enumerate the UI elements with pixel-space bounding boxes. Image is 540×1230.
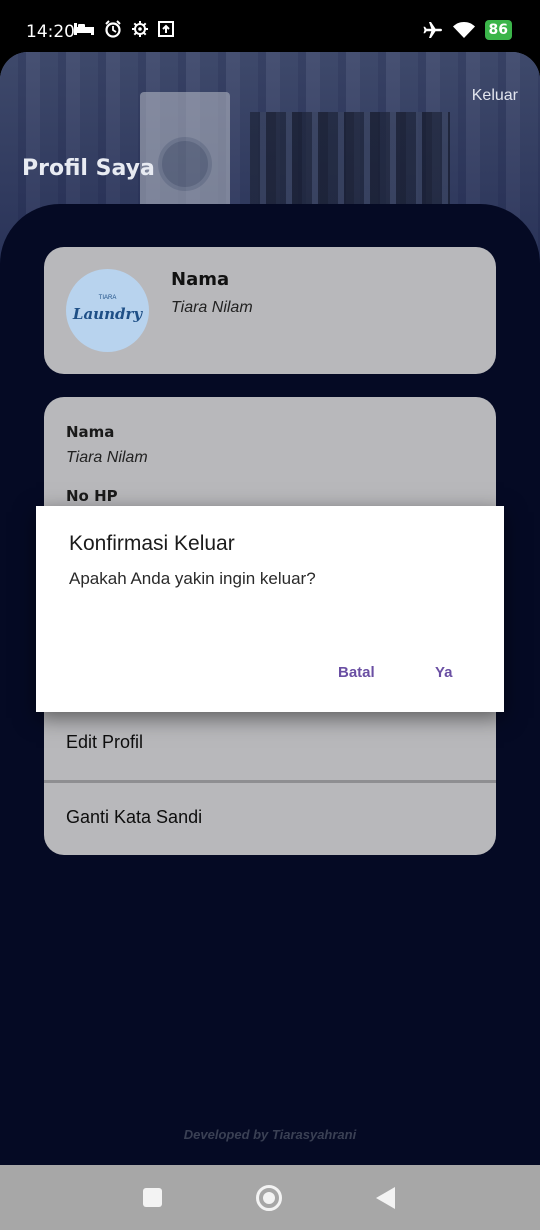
dialog-title: Konfirmasi Keluar (69, 532, 235, 555)
recents-icon[interactable] (143, 1188, 162, 1207)
confirm-button[interactable]: Ya (435, 664, 453, 681)
status-icons-right: 86 (423, 20, 512, 40)
home-icon[interactable] (256, 1185, 282, 1211)
settings-icon (132, 21, 148, 37)
logout-confirm-dialog: Konfirmasi Keluar Apakah Anda yakin ingi… (36, 506, 504, 712)
bed-icon (74, 23, 94, 35)
alarm-icon (105, 20, 121, 38)
upload-icon (158, 21, 174, 37)
status-bar: 14:20 86 (0, 0, 540, 56)
status-icons-left (73, 20, 174, 38)
cancel-button[interactable]: Batal (338, 664, 375, 681)
dialog-message: Apakah Anda yakin ingin keluar? (69, 569, 316, 588)
back-icon[interactable] (376, 1187, 395, 1209)
airplane-icon (423, 22, 442, 38)
battery-indicator: 86 (484, 20, 512, 40)
status-time: 14:20 (26, 22, 75, 42)
wifi-icon (452, 22, 475, 38)
system-nav-bar (0, 1165, 540, 1230)
